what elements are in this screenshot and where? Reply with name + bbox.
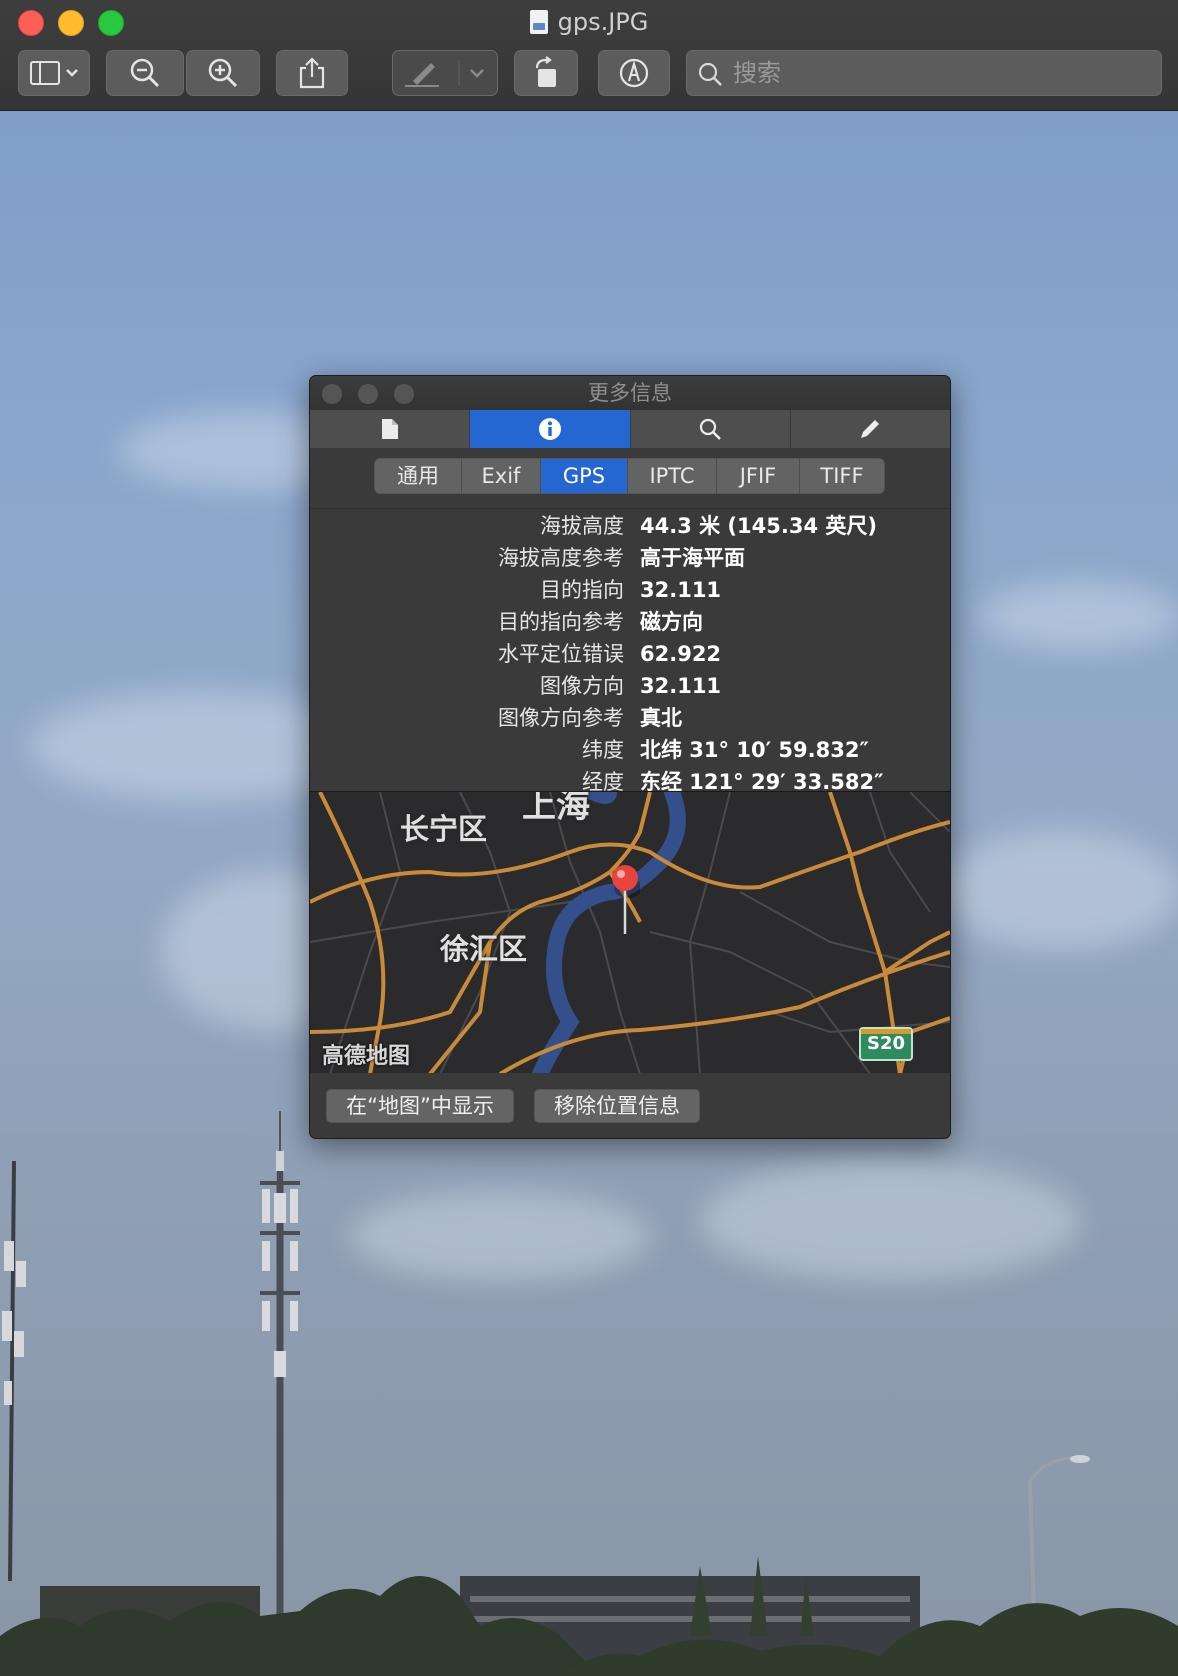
document-icon xyxy=(381,419,398,439)
image-file-icon xyxy=(529,10,548,34)
tab-keywords[interactable] xyxy=(631,410,791,448)
window-title-text: gps.JPG xyxy=(557,8,649,36)
property-value: 北纬 31° 10′ 59.832″ xyxy=(640,738,869,762)
zoom-in-icon xyxy=(208,58,238,88)
property-key: 海拔高度参考 xyxy=(498,546,624,570)
subtab-general[interactable]: 通用 xyxy=(375,459,462,493)
tab-general[interactable] xyxy=(310,410,471,448)
property-value: 东经 121° 29′ 33.582″ xyxy=(640,770,884,791)
gps-properties-list[interactable]: 海拔高度 44.3 米 (145.34 英尺) 海拔高度参考 高于海平面 目的指… xyxy=(310,509,950,791)
more-info-panel: 更多信息 通用 Exif GPS IPTC JFIF TIFF 海拔高度 44.… xyxy=(309,375,951,1139)
pencil-icon xyxy=(861,420,880,438)
zoom-in-button[interactable] xyxy=(186,50,260,96)
info-icon xyxy=(538,418,561,440)
search-input[interactable] xyxy=(731,57,1135,89)
property-key: 水平定位错误 xyxy=(498,642,624,666)
search-icon xyxy=(698,62,722,86)
property-key: 目的指向参考 xyxy=(498,610,624,634)
map-label-xuhui: 徐汇区 xyxy=(440,932,528,966)
property-value: 真北 xyxy=(640,706,682,730)
property-row: 目的指向参考 磁方向 xyxy=(310,606,950,638)
property-key: 图像方向参考 xyxy=(498,706,624,730)
property-key: 经度 xyxy=(582,770,624,791)
magnifier-icon xyxy=(700,418,722,440)
subtab-tiff[interactable]: TIFF xyxy=(800,459,884,493)
rotate-button[interactable] xyxy=(514,50,578,96)
property-key: 海拔高度 xyxy=(540,514,624,538)
map-provider-logo: 高德地图 xyxy=(322,1044,411,1069)
property-row: 纬度 北纬 31° 10′ 59.832″ xyxy=(310,734,950,766)
panel-title: 更多信息 xyxy=(588,381,672,405)
markup-pen-icon xyxy=(405,60,484,87)
window-title: gps.JPG xyxy=(0,6,1178,38)
tab-more-info[interactable] xyxy=(470,410,631,448)
remove-location-button[interactable]: 移除位置信息 xyxy=(534,1089,700,1123)
metadata-subtabs-bar: 通用 Exif GPS IPTC JFIF TIFF xyxy=(310,448,950,509)
property-row: 图像方向 32.111 xyxy=(310,670,950,702)
sidebar-toggle-button[interactable] xyxy=(18,50,90,96)
property-value: 磁方向 xyxy=(640,610,703,634)
panel-footer: 在“地图”中显示 移除位置信息 xyxy=(310,1073,950,1138)
property-row: 海拔高度 44.3 米 (145.34 英尺) xyxy=(310,510,950,542)
subtab-jfif[interactable]: JFIF xyxy=(717,459,800,493)
property-key: 纬度 xyxy=(582,738,624,762)
map-label-changning: 长宁区 xyxy=(400,812,488,846)
property-value: 44.3 米 (145.34 英尺) xyxy=(640,514,877,538)
property-row: 海拔高度参考 高于海平面 xyxy=(310,542,950,574)
subtab-iptc[interactable]: IPTC xyxy=(628,459,717,493)
metadata-subtabs: 通用 Exif GPS IPTC JFIF TIFF xyxy=(374,458,885,494)
subtab-gps[interactable]: GPS xyxy=(541,459,628,493)
rotate-icon xyxy=(535,56,556,87)
property-row: 经度 东经 121° 29′ 33.582″ xyxy=(310,766,950,791)
property-value: 32.111 xyxy=(640,578,722,602)
property-row: 图像方向参考 真北 xyxy=(310,702,950,734)
search-field[interactable] xyxy=(686,50,1162,96)
sidebar-toggle-icon xyxy=(30,61,78,85)
map-label-shanghai: 上海 xyxy=(522,791,590,826)
zoom-out-icon xyxy=(130,58,160,88)
highway-shield: S20 xyxy=(859,1027,913,1061)
annotate-icon xyxy=(619,58,649,88)
zoom-out-button[interactable] xyxy=(106,50,184,96)
subtab-exif[interactable]: Exif xyxy=(462,459,541,493)
property-key: 目的指向 xyxy=(540,578,624,602)
inspector-tabs xyxy=(310,410,950,449)
show-in-maps-button[interactable]: 在“地图”中显示 xyxy=(326,1089,514,1123)
panel-titlebar[interactable]: 更多信息 xyxy=(310,376,950,411)
location-map[interactable]: 上海 长宁区 徐汇区 高德地图 S20 xyxy=(310,791,950,1074)
property-row: 目的指向 32.111 xyxy=(310,574,950,606)
tab-annotations[interactable] xyxy=(791,410,950,448)
property-key: 图像方向 xyxy=(540,674,624,698)
property-value: 高于海平面 xyxy=(640,546,745,570)
property-value: 62.922 xyxy=(640,642,722,666)
property-value: 32.111 xyxy=(640,674,722,698)
share-icon xyxy=(299,57,325,89)
location-pin-icon xyxy=(612,865,640,934)
markup-button[interactable] xyxy=(392,50,498,96)
share-button[interactable] xyxy=(276,50,348,96)
tree-line xyxy=(0,1556,1178,1676)
property-row: 水平定位错误 62.922 xyxy=(310,638,950,670)
window-titlebar: gps.JPG xyxy=(0,0,1178,111)
annotate-button[interactable] xyxy=(598,50,670,96)
